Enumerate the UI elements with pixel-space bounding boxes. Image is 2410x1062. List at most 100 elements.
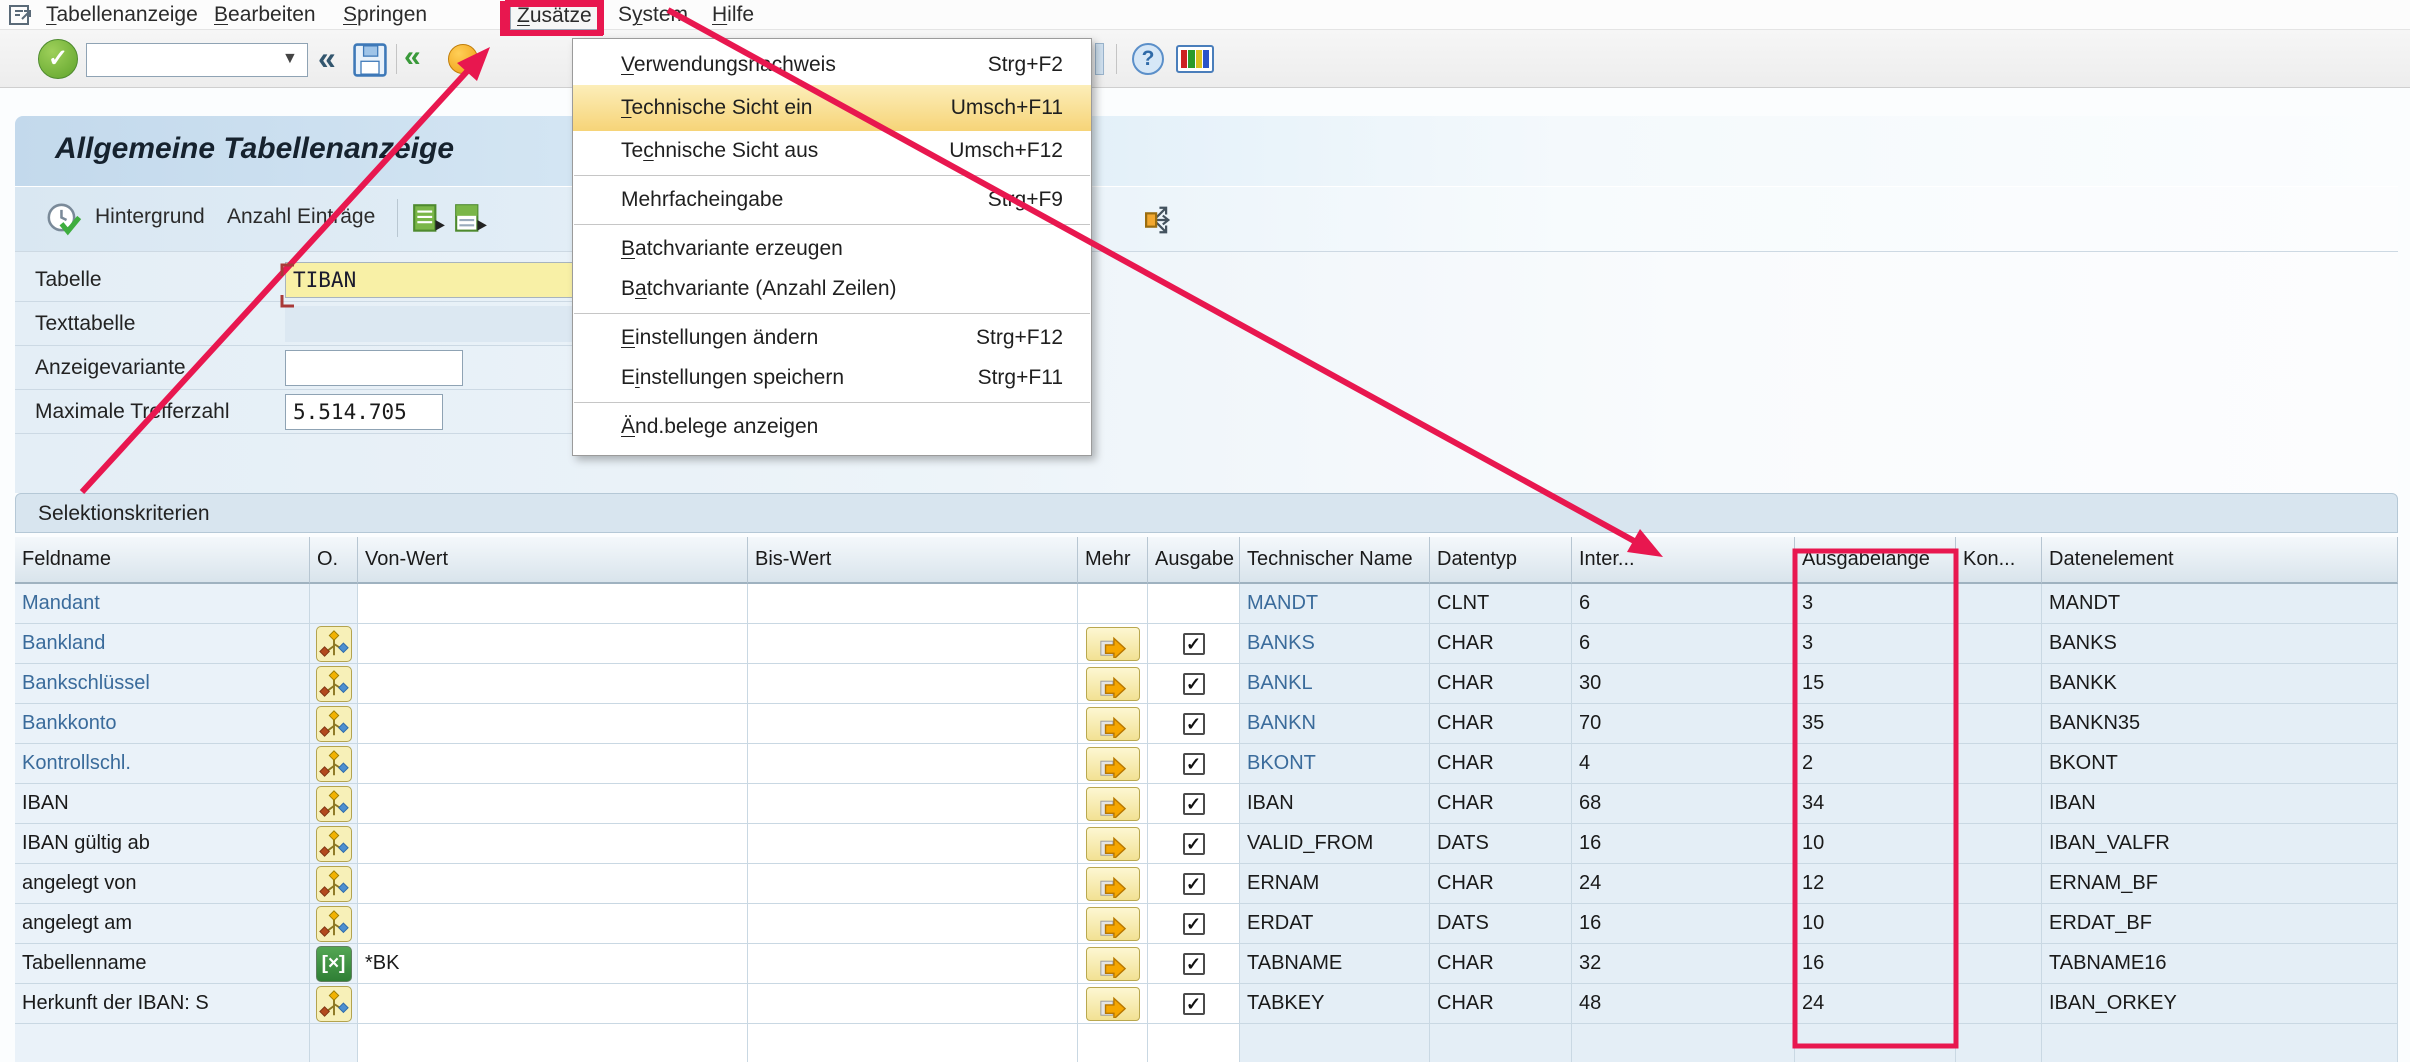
technischer-name-text[interactable]: MANDT [1247, 592, 1318, 614]
cell-feldname[interactable]: Kontrollschl. [15, 744, 310, 784]
cell-von-wert[interactable] [358, 664, 748, 704]
technischer-name-text[interactable]: BANKN [1247, 712, 1316, 734]
menubar-item-zus-tze[interactable]: Zusätze [510, 2, 599, 30]
menubar-item-tabellenanzeige[interactable]: Tabellenanzeige [40, 2, 204, 28]
ausgabe-checkbox[interactable]: ✓ [1183, 633, 1205, 655]
mehr-arrow-icon[interactable] [1086, 667, 1140, 701]
menu-item-technische-sicht-aus[interactable]: Technische Sicht ausUmsch+F12 [573, 131, 1091, 171]
mehr-arrow-icon[interactable] [1086, 707, 1140, 741]
menu-item-technische-sicht-ein[interactable]: Technische Sicht einUmsch+F11 [573, 85, 1091, 131]
ausgabe-checkbox[interactable]: ✓ [1183, 673, 1205, 695]
collapse-chevron-icon[interactable]: « [318, 40, 336, 77]
system-menu-icon[interactable] [8, 3, 34, 32]
table-export-alt-icon[interactable] [453, 201, 489, 242]
customize-layout-icon[interactable] [1176, 45, 1214, 73]
cell-bis-wert[interactable] [748, 824, 1078, 864]
cell-von-wert[interactable] [358, 584, 748, 624]
multiple-selection-icon[interactable] [316, 626, 352, 662]
cell-von-wert[interactable] [358, 984, 748, 1024]
cell-bis-wert[interactable] [748, 624, 1078, 664]
ausgabe-checkbox[interactable]: ✓ [1183, 993, 1205, 1015]
mehr-arrow-icon[interactable] [1086, 947, 1140, 981]
cell-von-wert[interactable] [358, 624, 748, 664]
mehr-arrow-icon[interactable] [1086, 627, 1140, 661]
menu-item-batchvariante-anzahl-zeilen[interactable]: Batchvariante (Anzahl Zeilen) [573, 269, 1091, 309]
cell-von-wert[interactable] [358, 824, 748, 864]
execute-background-icon[interactable] [45, 201, 83, 244]
ausgabe-checkbox[interactable]: ✓ [1183, 913, 1205, 935]
cell-feldname[interactable]: Bankschlüssel [15, 664, 310, 704]
distribute-icon[interactable] [1135, 201, 1175, 244]
help-icon[interactable]: ? [1132, 43, 1164, 75]
cell-von-wert[interactable] [358, 1024, 748, 1062]
cell-von-wert[interactable] [358, 704, 748, 744]
command-field[interactable] [86, 43, 308, 77]
mehr-arrow-icon[interactable] [1086, 787, 1140, 821]
menu-item-nd-belege-anzeigen[interactable]: Änd.belege anzeigen [573, 407, 1091, 447]
table-export-icon[interactable] [411, 201, 447, 242]
feldname-text[interactable]: Mandant [22, 592, 100, 614]
multiple-selection-icon[interactable] [316, 906, 352, 942]
enter-check-icon[interactable]: ✓ [38, 39, 78, 79]
menu-item-batchvariante-erzeugen[interactable]: Batchvariante erzeugen [573, 229, 1091, 269]
cell-bis-wert[interactable] [748, 584, 1078, 624]
mehr-arrow-icon[interactable] [1086, 907, 1140, 941]
entry-count-button[interactable]: Anzahl Einträge [227, 205, 375, 229]
menu-item-einstellungen-ndern[interactable]: Einstellungen ändernStrg+F12 [573, 318, 1091, 358]
menu-item-mehrfacheingabe[interactable]: MehrfacheingabeStrg+F9 [573, 180, 1091, 220]
feldname-text[interactable]: Bankschlüssel [22, 672, 150, 694]
cell-bis-wert[interactable] [748, 704, 1078, 744]
mehr-arrow-icon[interactable] [1086, 987, 1140, 1021]
cell-technischer-name[interactable]: BKONT [1240, 744, 1430, 784]
feldname-text[interactable]: Kontrollschl. [22, 752, 131, 774]
technischer-name-text[interactable]: BANKS [1247, 632, 1315, 654]
cell-technischer-name[interactable]: BANKL [1240, 664, 1430, 704]
multiple-selection-icon[interactable] [316, 866, 352, 902]
cell-technischer-name[interactable]: BANKN [1240, 704, 1430, 744]
multiple-selection-icon[interactable] [316, 666, 352, 702]
cell-bis-wert[interactable] [748, 1024, 1078, 1062]
cell-technischer-name[interactable]: MANDT [1240, 584, 1430, 624]
technischer-name-text[interactable]: BANKL [1247, 672, 1313, 694]
menubar-item-hilfe[interactable]: Hilfe [706, 2, 760, 28]
cell-bis-wert[interactable] [748, 664, 1078, 704]
multiple-selection-icon[interactable] [316, 746, 352, 782]
multiple-selection-icon[interactable] [316, 826, 352, 862]
cell-bis-wert[interactable] [748, 904, 1078, 944]
technischer-name-text[interactable]: BKONT [1247, 752, 1316, 774]
ausgabe-checkbox[interactable]: ✓ [1183, 953, 1205, 975]
menubar-item-springen[interactable]: Springen [337, 2, 433, 28]
feldname-text[interactable]: Bankkonto [22, 712, 117, 734]
cell-bis-wert[interactable] [748, 744, 1078, 784]
menu-item-einstellungen-speichern[interactable]: Einstellungen speichernStrg+F11 [573, 358, 1091, 398]
field-anzeigevariante[interactable] [285, 350, 463, 386]
cell-von-wert[interactable]: *BK [358, 944, 748, 984]
cell-feldname[interactable]: Bankkonto [15, 704, 310, 744]
multiple-selection-icon[interactable] [316, 706, 352, 742]
save-icon[interactable] [352, 42, 388, 83]
cell-bis-wert[interactable] [748, 784, 1078, 824]
feldname-text[interactable]: Bankland [22, 632, 105, 654]
mehr-arrow-icon[interactable] [1086, 747, 1140, 781]
cell-feldname[interactable]: Bankland [15, 624, 310, 664]
multiple-selection-icon[interactable] [316, 986, 352, 1022]
ausgabe-checkbox[interactable]: ✓ [1183, 753, 1205, 775]
exclude-selection-icon[interactable]: [×] [316, 946, 352, 982]
cell-von-wert[interactable] [358, 864, 748, 904]
mehr-arrow-icon[interactable] [1086, 867, 1140, 901]
cell-von-wert[interactable] [358, 744, 748, 784]
menubar-item-system[interactable]: System [612, 2, 694, 28]
ausgabe-checkbox[interactable]: ✓ [1183, 713, 1205, 735]
cell-bis-wert[interactable] [748, 864, 1078, 904]
ausgabe-checkbox[interactable]: ✓ [1183, 873, 1205, 895]
command-dropdown-icon[interactable]: ▼ [282, 50, 298, 68]
cell-bis-wert[interactable] [748, 944, 1078, 984]
multiple-selection-icon[interactable] [316, 786, 352, 822]
cell-technischer-name[interactable]: BANKS [1240, 624, 1430, 664]
back-icon[interactable]: « [404, 40, 421, 74]
cell-von-wert[interactable] [358, 904, 748, 944]
mehr-arrow-icon[interactable] [1086, 827, 1140, 861]
cell-von-wert[interactable] [358, 784, 748, 824]
field-maximale-trefferzahl[interactable]: 5.514.705 [285, 394, 443, 430]
menubar-item-bearbeiten[interactable]: Bearbeiten [208, 2, 322, 28]
